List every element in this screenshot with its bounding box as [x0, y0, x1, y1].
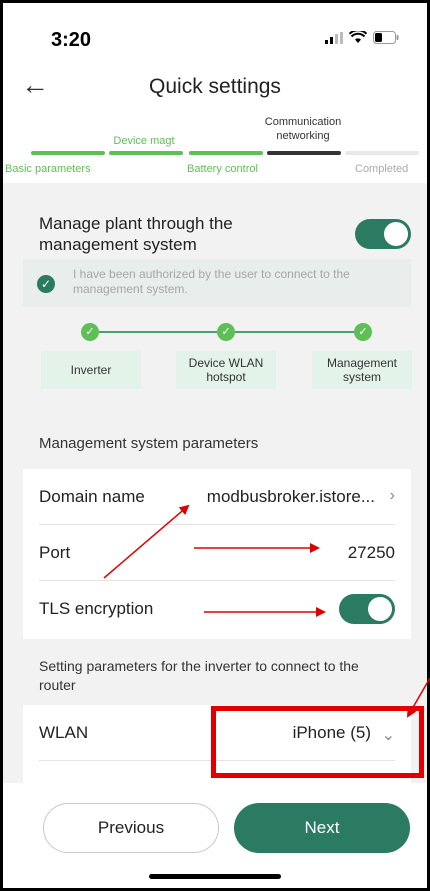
annotation-arrows: [103, 504, 430, 718]
annotation-arrow-wlan: [406, 677, 430, 718]
annotation-arrow-domain: [103, 504, 190, 579]
